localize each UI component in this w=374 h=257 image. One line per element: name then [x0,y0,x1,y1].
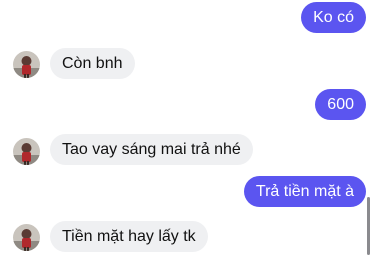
received-message-bubble[interactable]: Còn bnh [50,48,135,79]
contact-avatar-icon[interactable] [13,138,40,165]
message-text: Ko có [313,9,354,26]
message-text: Tiền mặt hay lấy tk [62,228,196,245]
contact-avatar-icon[interactable] [13,51,40,78]
message-text: Tao vay sáng mai trả nhé [62,141,241,158]
sent-message-bubble[interactable]: Ko có [301,2,366,33]
sent-message-bubble[interactable]: Trả tiền mặt à [243,176,366,207]
received-message-bubble[interactable]: Tiền mặt hay lấy tk [50,221,208,252]
message-text: Trả tiền mặt à [255,183,354,200]
contact-avatar-icon[interactable] [13,224,40,251]
message-text: 600 [327,96,354,113]
message-text: Còn bnh [62,55,123,72]
received-message-bubble[interactable]: Tao vay sáng mai trả nhé [50,134,253,165]
message-thread[interactable]: Ko có Còn bnh 600 Tao vay sáng mai trả n… [0,0,374,257]
sent-message-bubble[interactable]: 600 [315,89,366,120]
scrollbar[interactable] [367,197,370,255]
